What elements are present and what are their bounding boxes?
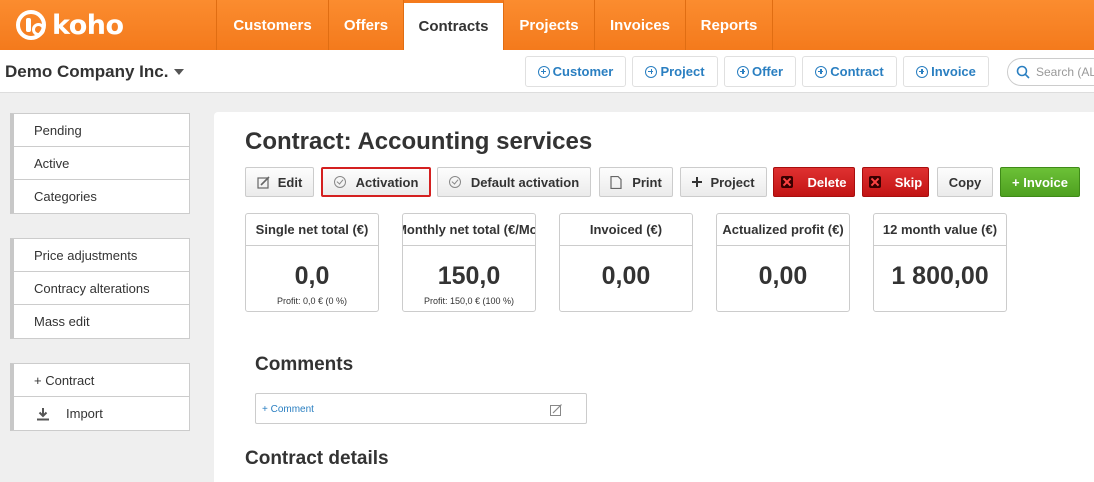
- tab-reports[interactable]: Reports: [686, 0, 773, 50]
- sidebar-item-active[interactable]: Active: [14, 147, 189, 180]
- close-icon: [868, 176, 881, 188]
- contract-details-heading: Contract details: [245, 448, 389, 469]
- stat-profit: Profit: 150,0 € (100 %): [423, 296, 515, 306]
- delete-label: Delete: [807, 174, 847, 190]
- activation-button[interactable]: Activation: [321, 167, 431, 197]
- add-project-button[interactable]: Project: [680, 167, 767, 197]
- create-invoice-button[interactable]: + Invoice: [1000, 167, 1080, 197]
- stat-card-monthly-net-total: Monthly net total (€/Mo) 150,0 Profit: 1…: [402, 213, 536, 312]
- stat-profit: Profit: 0,0 € (0 %): [276, 296, 348, 306]
- skip-label: Skip: [894, 174, 923, 190]
- tab-contracts[interactable]: Contracts: [404, 0, 504, 50]
- company-selector[interactable]: Demo Company Inc.: [5, 62, 185, 82]
- stat-card-actualized-profit: Actualized profit (€) 0,00: [716, 213, 850, 312]
- activation-label: Activation: [355, 174, 419, 190]
- edit-note-icon[interactable]: [550, 404, 562, 416]
- plus-circle-icon: [736, 65, 749, 78]
- quick-add-customer-button[interactable]: Customer: [525, 56, 626, 87]
- stat-label: Invoiced (€): [560, 214, 692, 246]
- plus-circle-icon: [645, 65, 658, 78]
- koho-logo[interactable]: koho: [16, 9, 124, 41]
- skip-button[interactable]: Skip: [862, 167, 929, 197]
- import-label: Import: [66, 406, 103, 421]
- top-navigation-bar: koho Customers Offers Contracts Projects…: [0, 0, 1094, 50]
- edit-label: Edit: [277, 174, 303, 190]
- check-circle-icon: [333, 176, 346, 188]
- comment-box: + Comment: [255, 393, 587, 424]
- contract-panel: Contract: Accounting services Edit Activ…: [214, 112, 1094, 482]
- tab-offers[interactable]: Offers: [329, 0, 404, 50]
- document-icon: [610, 175, 622, 189]
- stat-value: 0,00: [601, 262, 651, 290]
- tab-projects[interactable]: Projects: [504, 0, 595, 50]
- stat-label: Single net total (€): [246, 214, 378, 246]
- sidebar-item-add-contract[interactable]: + Contract: [14, 364, 189, 397]
- print-button[interactable]: Print: [599, 167, 673, 197]
- sidebar-group-status: Pending Active Categories: [10, 113, 190, 214]
- project-label: Project: [710, 174, 755, 190]
- quick-add-label: Invoice: [931, 64, 976, 79]
- edit-button[interactable]: Edit: [245, 167, 314, 197]
- stat-label: Actualized profit (€): [717, 214, 849, 246]
- main-tabs: Customers Offers Contracts Projects Invo…: [216, 0, 773, 50]
- stat-value: 1 800,00: [891, 262, 989, 290]
- plus-icon: [692, 177, 703, 187]
- tab-customers[interactable]: Customers: [217, 0, 329, 50]
- stat-value: 0,0: [294, 262, 330, 290]
- check-circle-icon: [448, 176, 461, 188]
- stat-value: 0,00: [758, 262, 808, 290]
- default-activation-label: Default activation: [470, 174, 580, 190]
- secondary-bar: Demo Company Inc. Customer Project Offer…: [0, 50, 1094, 93]
- stat-card-single-net-total: Single net total (€) 0,0 Profit: 0,0 € (…: [245, 213, 379, 312]
- page-title: Contract: Accounting services: [245, 128, 593, 155]
- quick-add-contract-button[interactable]: Contract: [802, 56, 897, 87]
- koho-logo-icon: [16, 10, 46, 40]
- plus-circle-icon: [815, 65, 828, 78]
- download-icon: [37, 407, 49, 420]
- stat-card-12-month-value: 12 month value (€) 1 800,00: [873, 213, 1007, 312]
- company-name: Demo Company Inc.: [5, 62, 169, 81]
- default-activation-button[interactable]: Default activation: [437, 167, 591, 197]
- stat-label: Monthly net total (€/Mo): [403, 214, 535, 246]
- sidebar-item-pending[interactable]: Pending: [14, 114, 189, 147]
- caret-down-icon: [174, 69, 185, 75]
- sidebar-group-tools: Price adjustments Contracy alterations M…: [10, 238, 190, 339]
- sidebar-item-categories[interactable]: Categories: [14, 180, 189, 213]
- search-input[interactable]: [1036, 65, 1094, 79]
- edit-icon: [257, 175, 270, 189]
- quick-add-label: Offer: [751, 64, 784, 79]
- quick-add-offer-button[interactable]: Offer: [724, 56, 796, 87]
- plus-circle-icon: [916, 65, 929, 78]
- logo-text: koho: [52, 9, 124, 41]
- sidebar-group-actions: + Contract Import: [10, 363, 190, 431]
- quick-add-label: Project: [660, 64, 705, 79]
- quick-add-label: Customer: [552, 64, 614, 79]
- search-box: [1007, 58, 1094, 86]
- quick-add-project-button[interactable]: Project: [632, 56, 718, 87]
- print-label: Print: [632, 174, 662, 190]
- delete-button[interactable]: Delete: [773, 167, 855, 197]
- sidebar-item-mass-edit[interactable]: Mass edit: [14, 305, 189, 338]
- search-icon: [1016, 65, 1030, 79]
- sidebar-item-contract-alterations[interactable]: Contracy alterations: [14, 272, 189, 305]
- quick-add-label: Contract: [830, 64, 884, 79]
- copy-button[interactable]: Copy: [937, 167, 993, 197]
- close-icon: [781, 176, 794, 188]
- sidebar-item-import[interactable]: Import: [14, 397, 189, 430]
- stat-value: 150,0: [437, 262, 501, 290]
- stat-card-invoiced: Invoiced (€) 0,00: [559, 213, 693, 312]
- add-comment-link[interactable]: + Comment: [262, 404, 314, 415]
- stat-label: 12 month value (€): [874, 214, 1006, 246]
- tab-invoices[interactable]: Invoices: [595, 0, 686, 50]
- comments-heading: Comments: [255, 354, 354, 375]
- sidebar-item-price-adjustments[interactable]: Price adjustments: [14, 239, 189, 272]
- plus-circle-icon: [537, 65, 550, 78]
- quick-add-invoice-button[interactable]: Invoice: [903, 56, 989, 87]
